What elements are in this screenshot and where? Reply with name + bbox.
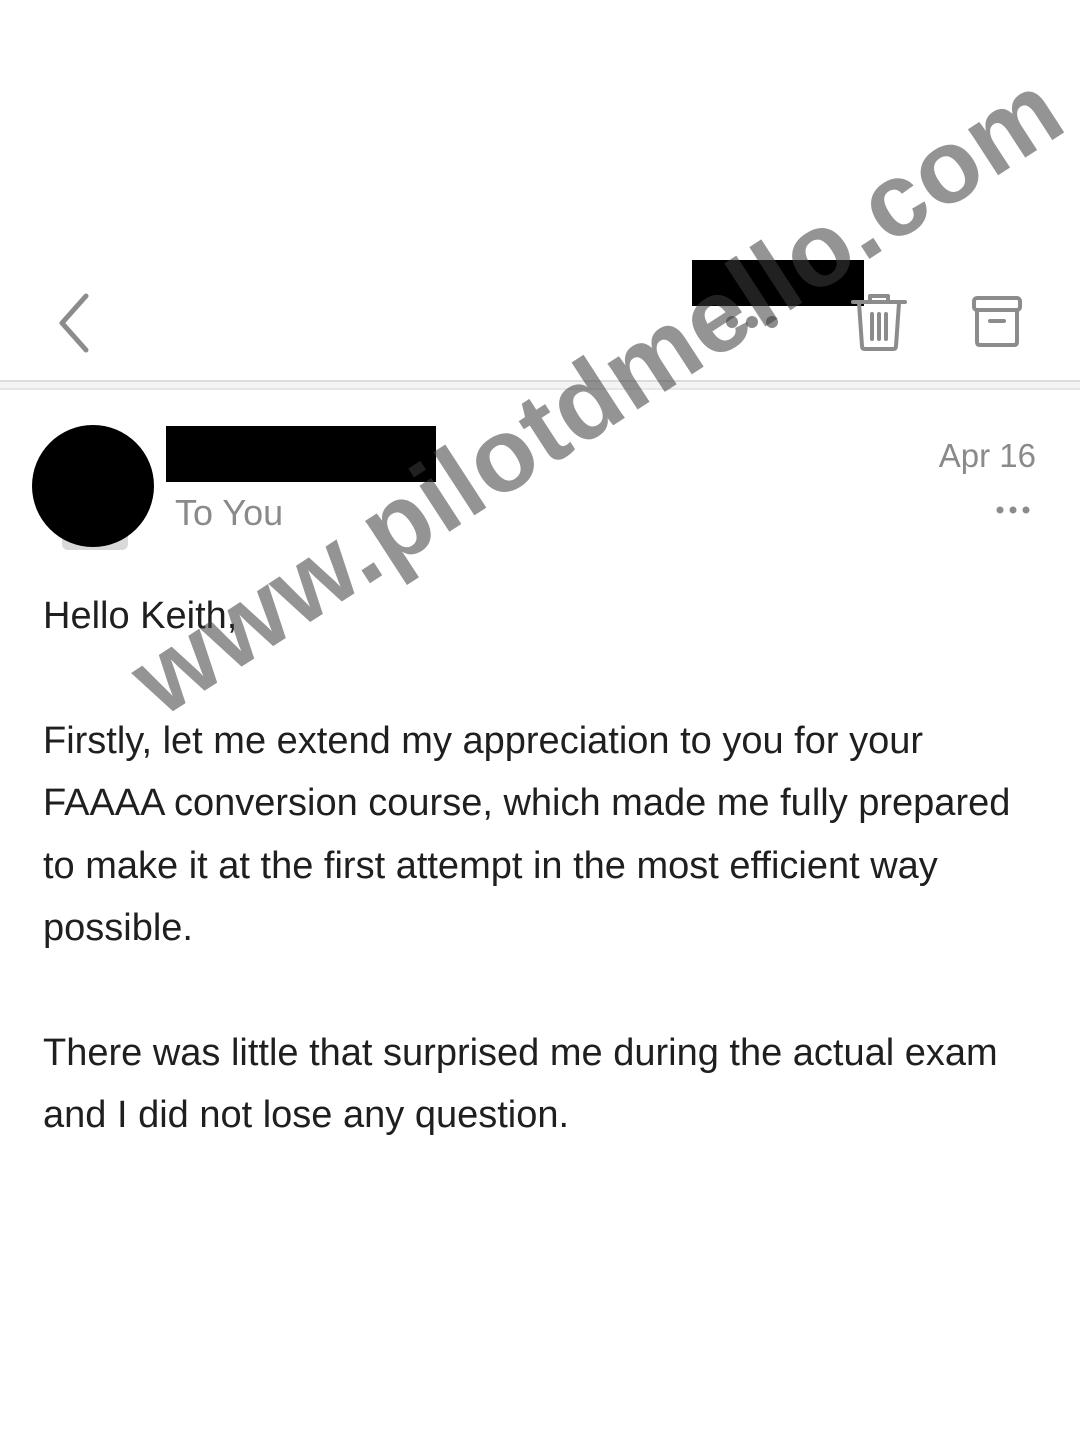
body-paragraph: There was little that surprised me durin… bbox=[43, 1031, 998, 1137]
toolbar bbox=[0, 250, 1080, 380]
greeting: Hello Keith, bbox=[43, 595, 238, 637]
message-body: Hello Keith, Firstly, let me extend my a… bbox=[43, 585, 1043, 1209]
redaction-bar bbox=[692, 260, 864, 306]
sender-name-redacted bbox=[166, 426, 436, 482]
chevron-left-icon bbox=[59, 293, 89, 353]
email-view: To You Apr 16 Hello Keith, Firstly, let … bbox=[0, 0, 1080, 1440]
back-button[interactable] bbox=[44, 288, 104, 358]
body-paragraph: Firstly, let me extend my appreciation t… bbox=[43, 719, 1011, 950]
delete-button[interactable] bbox=[848, 290, 910, 352]
more-horizontal-icon bbox=[726, 316, 778, 328]
trash-icon bbox=[851, 294, 907, 351]
archive-icon bbox=[972, 296, 1022, 347]
more-button[interactable] bbox=[718, 302, 786, 342]
archive-button[interactable] bbox=[966, 290, 1028, 352]
recipient-line[interactable]: To You bbox=[175, 492, 283, 534]
avatar[interactable] bbox=[32, 425, 154, 547]
toolbar-divider bbox=[0, 380, 1080, 390]
message-more-button[interactable] bbox=[994, 498, 1034, 522]
message-date: Apr 16 bbox=[938, 437, 1036, 474]
more-horizontal-icon bbox=[996, 506, 1030, 514]
